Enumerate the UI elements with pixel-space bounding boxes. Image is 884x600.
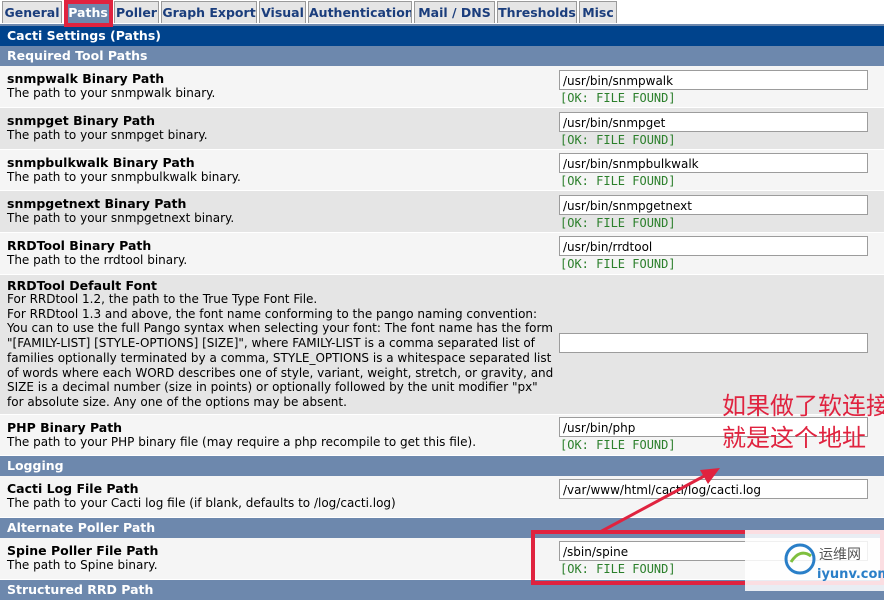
setting-row-cacti-log: Cacti Log File Path The path to your Cac…	[0, 476, 884, 518]
setting-row-rrdtool: RRDTool Binary Path The path to the rrdt…	[0, 233, 884, 275]
watermark: 运维网 iyunv.com	[745, 530, 884, 591]
rrdtool-font-input[interactable]	[559, 333, 868, 353]
file-status: [OK: FILE FOUND]	[560, 562, 676, 576]
setting-row-snmpbulkwalk: snmpbulkwalk Binary Path The path to you…	[0, 150, 884, 191]
setting-row-snmpgetnext: snmpgetnext Binary Path The path to your…	[0, 191, 884, 233]
tab-mail-dns[interactable]: Mail / DNS	[414, 1, 495, 23]
snmpwalk-path-input[interactable]	[559, 70, 868, 90]
snmpgetnext-path-input[interactable]	[559, 195, 868, 215]
setting-description: The path to your Cacti log file (if blan…	[7, 496, 396, 510]
file-status: [OK: FILE FOUND]	[560, 133, 676, 147]
tab-poller[interactable]: Poller	[114, 1, 159, 23]
rrdtool-path-input[interactable]	[559, 236, 868, 256]
setting-title: PHP Binary Path	[7, 420, 123, 435]
setting-title: Spine Poller File Path	[7, 543, 159, 558]
setting-title: RRDTool Default Font	[7, 278, 158, 293]
section-required-tool-paths: Required Tool Paths	[0, 46, 884, 66]
tab-authentication[interactable]: Authentication	[308, 1, 412, 23]
setting-title: snmpwalk Binary Path	[7, 71, 165, 86]
setting-row-snmpget: snmpget Binary Path The path to your snm…	[0, 108, 884, 150]
snmpget-path-input[interactable]	[559, 112, 868, 132]
file-status: [OK: FILE FOUND]	[560, 257, 676, 271]
file-status: [OK: FILE FOUND]	[560, 438, 676, 452]
annotation-text: 如果做了软连接就是这个地址	[722, 392, 884, 452]
setting-title: snmpbulkwalk Binary Path	[7, 155, 195, 170]
tab-paths[interactable]: Paths	[64, 1, 112, 23]
file-status: [OK: FILE FOUND]	[560, 91, 676, 105]
setting-title: snmpgetnext Binary Path	[7, 196, 187, 211]
file-status: [OK: FILE FOUND]	[560, 216, 676, 230]
tab-thresholds[interactable]: Thresholds	[497, 1, 577, 23]
setting-title: Cacti Log File Path	[7, 481, 139, 496]
setting-title: snmpget Binary Path	[7, 113, 156, 128]
snmpbulkwalk-path-input[interactable]	[559, 153, 868, 173]
watermark-cn: 运维网	[819, 547, 861, 563]
tab-graph-export[interactable]: Graph Export	[161, 1, 257, 23]
tab-visual[interactable]: Visual	[259, 1, 306, 23]
setting-description: The path to your snmpgetnext binary.	[7, 211, 235, 225]
file-status: [OK: FILE FOUND]	[560, 174, 676, 188]
watermark-en: iyunv.com	[817, 567, 884, 582]
setting-title: RRDTool Binary Path	[7, 238, 152, 253]
annotation-arrow-icon	[599, 468, 720, 534]
setting-description: The path to your snmpget binary.	[7, 128, 208, 142]
setting-description: For RRDtool 1.2, the path to the True Ty…	[7, 292, 554, 409]
section-logging: Logging	[0, 456, 884, 476]
setting-description: The path to your snmpbulkwalk binary.	[7, 170, 241, 184]
setting-row-snmpwalk: snmpwalk Binary Path The path to your sn…	[0, 66, 884, 108]
setting-description: The path to your PHP binary file (may re…	[7, 435, 477, 449]
watermark-logo-icon	[784, 543, 816, 575]
settings-tab-bar: General Paths Poller Graph Export Visual…	[0, 0, 884, 25]
page-title: Cacti Settings (Paths)	[0, 26, 884, 46]
tab-general[interactable]: General	[2, 1, 62, 23]
tab-misc[interactable]: Misc	[579, 1, 617, 23]
setting-description: The path to Spine binary.	[7, 558, 158, 572]
setting-description: The path to the rrdtool binary.	[7, 253, 188, 267]
setting-description: The path to your snmpwalk binary.	[7, 86, 216, 100]
